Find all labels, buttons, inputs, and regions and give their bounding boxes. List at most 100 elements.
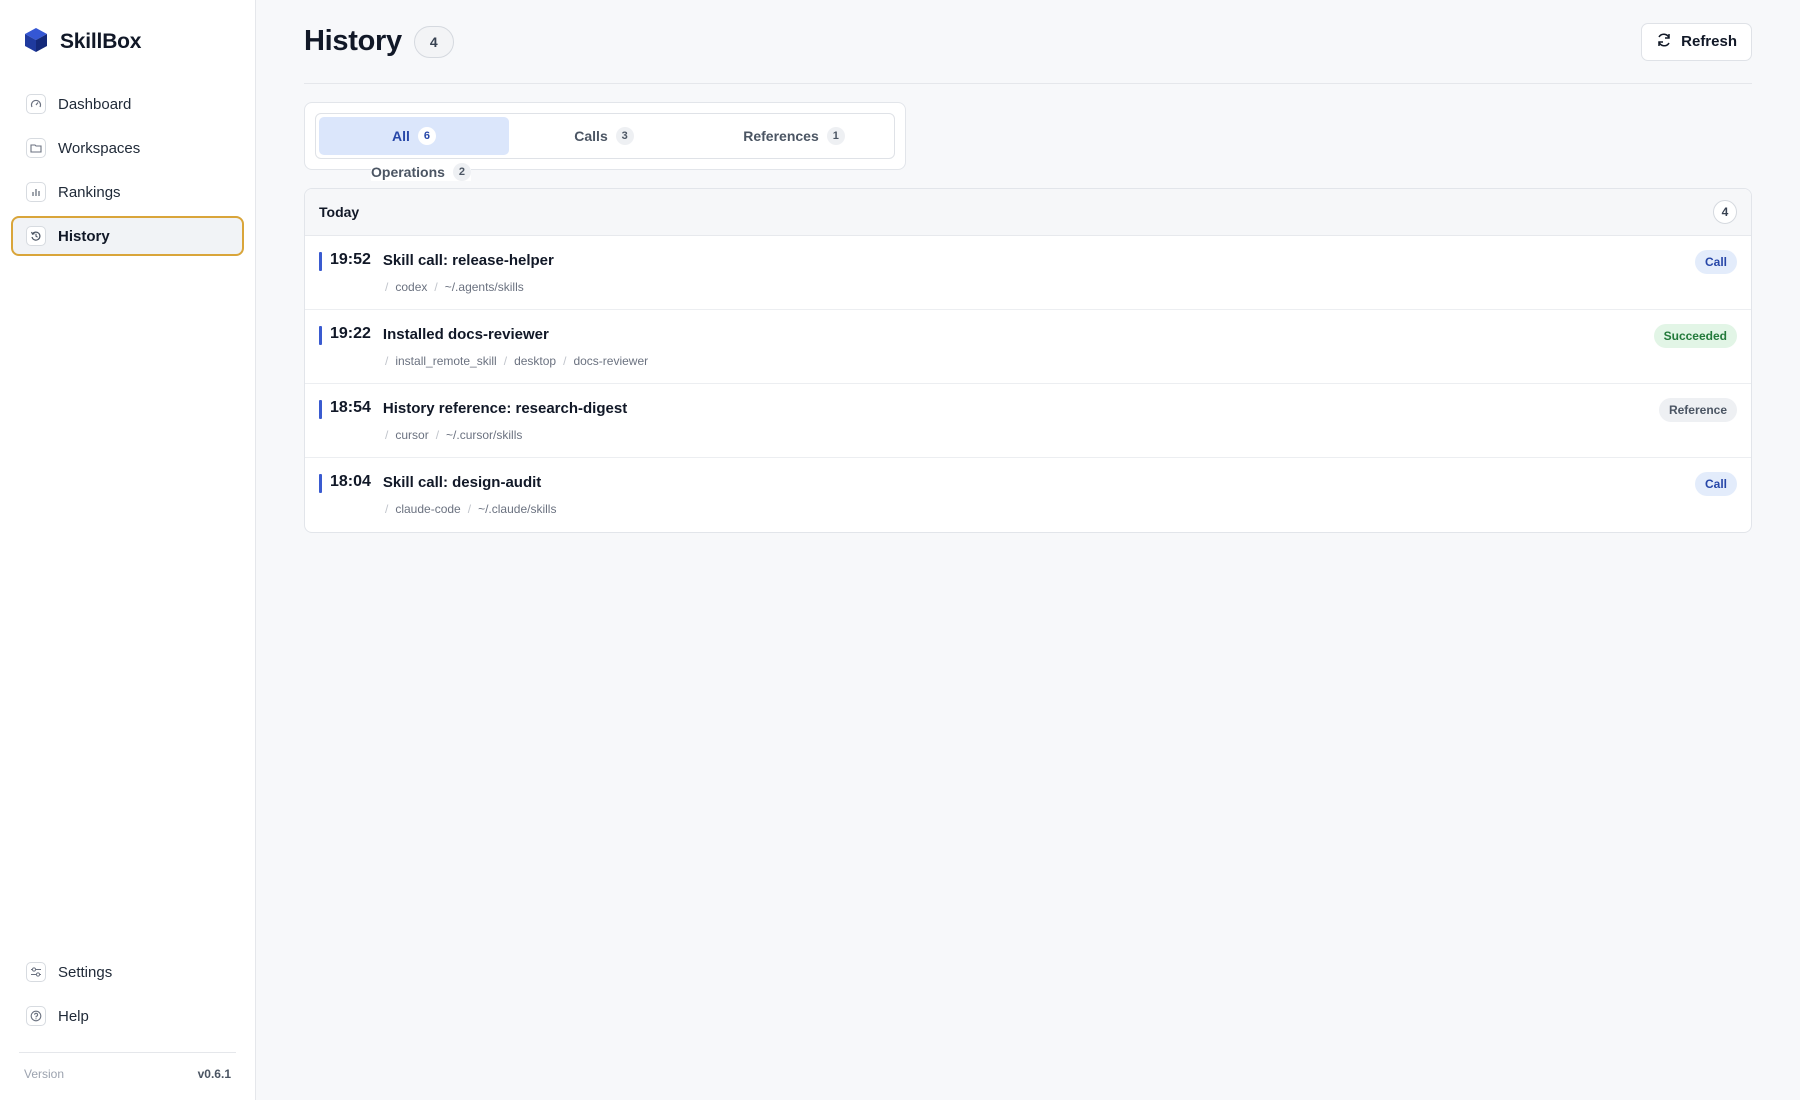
row-time: 18:04 — [330, 473, 371, 490]
tab-label: Calls — [574, 128, 608, 144]
sidebar-item-help[interactable]: Help — [11, 996, 244, 1036]
row-title: History reference: research-digest — [382, 399, 628, 417]
status-badge: Call — [1694, 250, 1737, 274]
row-meta: / claude-code / ~/.claude/skills — [385, 502, 556, 516]
meta-separator: / — [385, 280, 389, 294]
row-time: 19:52 — [330, 251, 371, 268]
tab-count: 3 — [615, 127, 634, 145]
bar-chart-icon — [26, 182, 46, 202]
sidebar-item-settings[interactable]: Settings — [11, 952, 244, 992]
filter-tabs: All 6 Calls 3 References 1 Operations 2 — [304, 102, 906, 181]
row-time: 19:22 — [330, 325, 371, 342]
group-header: Today 4 — [305, 189, 1751, 236]
sidebar-item-history[interactable]: History — [11, 216, 244, 256]
tab-label: Operations — [371, 164, 445, 180]
meta-separator: / — [434, 280, 438, 294]
brand-name: SkillBox — [60, 30, 142, 53]
sidebar-bottom: Settings Help Version v0.6.1 — [0, 952, 255, 1100]
tab-operations[interactable]: Operations 2 — [371, 163, 471, 181]
sliders-icon — [26, 962, 46, 982]
refresh-icon — [1656, 32, 1672, 52]
meta-target: desktop — [514, 354, 557, 368]
meta-path: ~/.cursor/skills — [446, 428, 523, 442]
gauge-icon — [26, 94, 46, 114]
status-badge: Call — [1694, 472, 1737, 496]
sidebar-item-label: Rankings — [58, 183, 121, 201]
meta-separator: / — [503, 354, 508, 368]
version-row: Version v0.6.1 — [19, 1052, 236, 1094]
version-label: Version — [24, 1066, 65, 1081]
tabs-row: All 6 Calls 3 References 1 — [315, 113, 895, 159]
meta-separator: / — [385, 428, 389, 442]
history-row[interactable]: 19:52 Skill call: release-helper / codex… — [305, 236, 1751, 310]
sidebar-item-rankings[interactable]: Rankings — [11, 172, 244, 212]
sidebar-nav: Dashboard Workspaces Rankings History — [0, 84, 255, 256]
tab-all[interactable]: All 6 — [319, 117, 509, 155]
version-value: v0.6.1 — [197, 1066, 231, 1081]
brand[interactable]: SkillBox — [0, 0, 255, 58]
tab-count: 1 — [826, 127, 845, 145]
help-icon — [26, 1006, 46, 1026]
row-meta: / codex / ~/.agents/skills — [385, 280, 524, 294]
tab-label: All — [392, 128, 410, 144]
sidebar-item-label: Help — [58, 1007, 89, 1025]
meta-separator: / — [467, 502, 472, 516]
meta-separator: / — [563, 354, 567, 368]
row-meta: / cursor / ~/.cursor/skills — [385, 428, 522, 442]
row-accent-bar — [319, 400, 322, 419]
row-accent-bar — [319, 326, 322, 345]
app-root: SkillBox Dashboard Workspaces Rankings H… — [0, 0, 1800, 1100]
sidebar-item-label: History — [58, 227, 110, 245]
sidebar: SkillBox Dashboard Workspaces Rankings H… — [0, 0, 256, 1100]
main-content: History 4 Refresh All 6 Calls 3 Referenc… — [256, 0, 1800, 1100]
page-header: History 4 Refresh — [304, 0, 1752, 84]
group-count-badge: 4 — [1713, 200, 1737, 224]
row-time: 18:54 — [330, 399, 371, 416]
meta-skill: docs-reviewer — [573, 354, 649, 368]
tab-references[interactable]: References 1 — [699, 117, 889, 155]
meta-separator: / — [385, 502, 389, 516]
history-row[interactable]: 18:04 Skill call: design-audit / claude-… — [305, 458, 1751, 532]
meta-path: ~/.claude/skills — [478, 502, 557, 516]
sidebar-item-dashboard[interactable]: Dashboard — [11, 84, 244, 124]
tab-count: 2 — [452, 163, 471, 181]
row-heading: 18:54 History reference: research-digest — [330, 399, 627, 417]
refresh-button[interactable]: Refresh — [1641, 22, 1752, 61]
status-badge: Succeeded — [1653, 324, 1737, 348]
row-meta: / install_remote_skill / desktop / docs-… — [385, 354, 648, 368]
meta-separator: / — [435, 428, 440, 442]
sidebar-item-label: Workspaces — [58, 139, 141, 157]
row-title: Installed docs-reviewer — [382, 325, 549, 343]
tab-count: 6 — [417, 127, 436, 145]
meta-agent: cursor — [395, 428, 429, 442]
tab-calls[interactable]: Calls 3 — [509, 117, 699, 155]
history-group-today: Today 4 19:52 Skill call: release-helper… — [304, 188, 1752, 533]
sidebar-item-label: Dashboard — [58, 95, 132, 113]
tab-label: References — [743, 128, 819, 144]
row-accent-bar — [319, 474, 322, 493]
meta-agent: codex — [395, 280, 428, 294]
page-title: History — [304, 25, 402, 57]
row-heading: 19:22 Installed docs-reviewer — [330, 325, 549, 343]
sidebar-item-workspaces[interactable]: Workspaces — [11, 128, 244, 168]
history-icon — [26, 226, 46, 246]
row-heading: 18:04 Skill call: design-audit — [330, 473, 541, 491]
history-row[interactable]: 18:54 History reference: research-digest… — [305, 384, 1751, 458]
meta-agent: claude-code — [395, 502, 461, 516]
title-wrap: History 4 — [304, 25, 454, 58]
meta-operation: install_remote_skill — [395, 354, 497, 368]
cube-logo-icon — [24, 27, 48, 58]
row-title: Skill call: design-audit — [382, 473, 542, 491]
sidebar-item-label: Settings — [58, 963, 113, 981]
refresh-label: Refresh — [1681, 33, 1737, 50]
group-title: Today — [319, 204, 360, 220]
meta-separator: / — [385, 354, 389, 368]
row-heading: 19:52 Skill call: release-helper — [330, 251, 554, 269]
status-badge: Reference — [1658, 398, 1737, 422]
history-row[interactable]: 19:22 Installed docs-reviewer / install_… — [305, 310, 1751, 384]
row-title: Skill call: release-helper — [382, 251, 554, 269]
meta-path: ~/.agents/skills — [444, 280, 524, 294]
folder-icon — [26, 138, 46, 158]
history-count-badge: 4 — [413, 25, 454, 58]
row-accent-bar — [319, 252, 322, 271]
